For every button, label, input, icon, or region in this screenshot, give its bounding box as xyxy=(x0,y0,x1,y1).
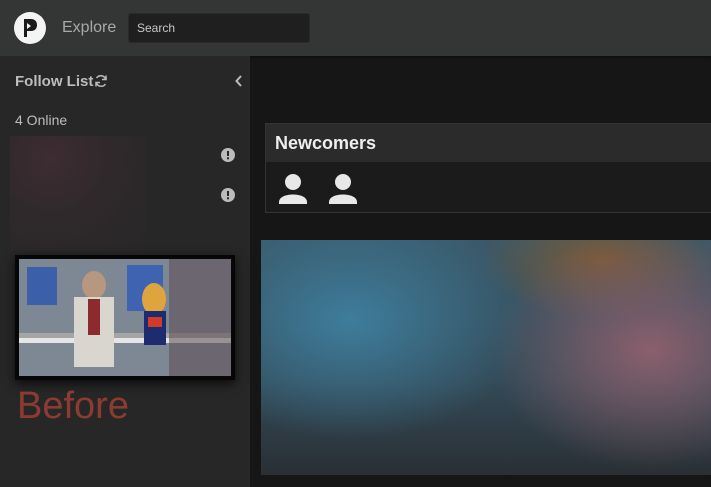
stream-preview[interactable] xyxy=(15,255,235,380)
collapse-sidebar-icon[interactable] xyxy=(234,74,244,88)
featured-stream[interactable] xyxy=(261,240,711,475)
alert-icon[interactable] xyxy=(221,148,235,162)
alert-icon[interactable] xyxy=(221,188,235,202)
before-label: Before xyxy=(17,385,129,427)
stream-preview-image xyxy=(19,259,231,376)
newcomers-title: Newcomers xyxy=(275,133,377,153)
user-avatar-icon[interactable] xyxy=(278,172,308,206)
follow-list-title: Follow List xyxy=(15,73,94,90)
online-count: 4 Online xyxy=(15,112,68,128)
top-bar: Explore xyxy=(0,0,711,56)
search-input[interactable] xyxy=(128,13,310,43)
nav-explore-link[interactable]: Explore xyxy=(62,19,116,37)
logo-icon[interactable] xyxy=(14,12,46,44)
user-avatar-icon[interactable] xyxy=(328,172,358,206)
friend-thumbnail[interactable] xyxy=(10,136,145,251)
newcomers-panel: Newcomers xyxy=(265,123,711,213)
follow-list-sidebar: Follow List 4 Online Before xyxy=(0,56,250,487)
refresh-icon[interactable] xyxy=(94,74,108,88)
newcomers-header: Newcomers xyxy=(266,124,711,162)
